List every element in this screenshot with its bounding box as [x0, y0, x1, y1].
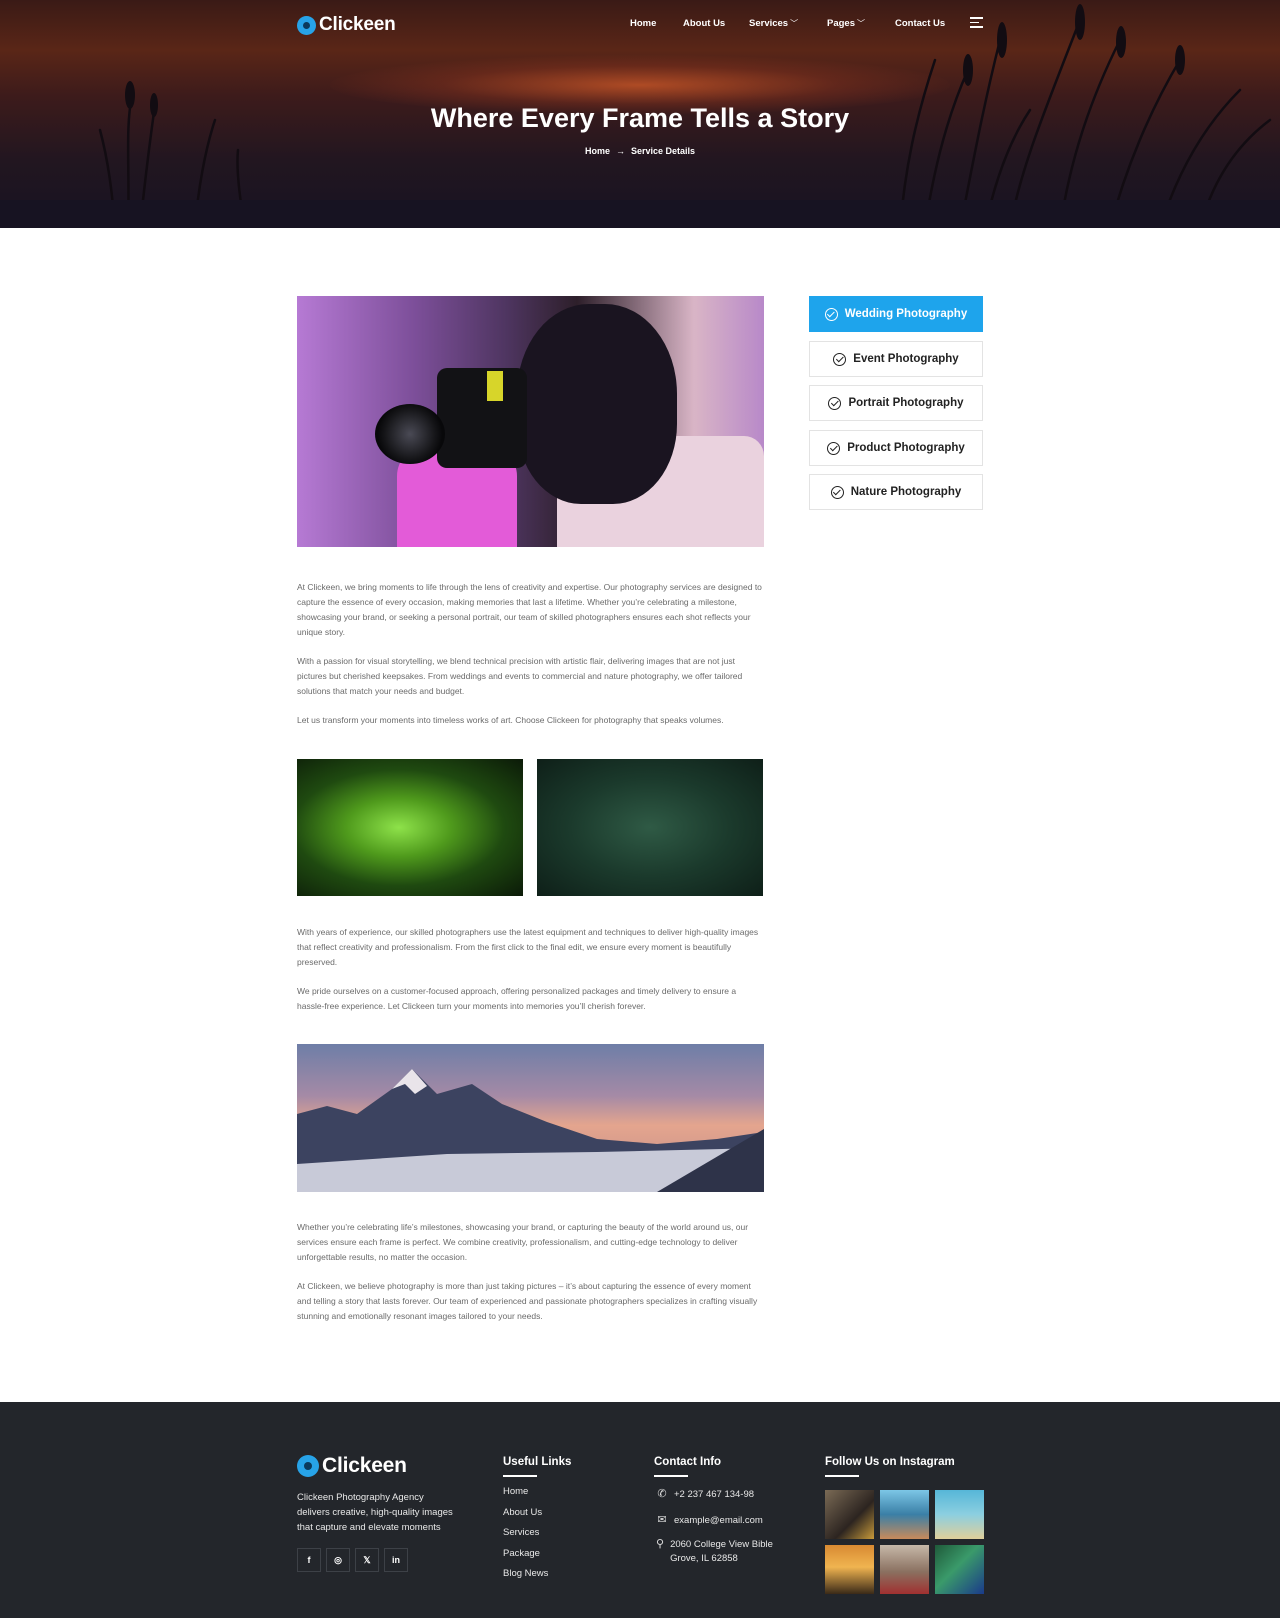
nav-home[interactable]: Home	[630, 18, 656, 29]
linkedin-icon[interactable]: in	[384, 1548, 408, 1572]
envelope-icon: ✉	[657, 1514, 667, 1526]
nav-pages[interactable]: Pages ﹀	[827, 18, 865, 29]
logo-text: Clickeen	[319, 14, 396, 35]
check-circle-icon	[827, 441, 841, 455]
useful-links-list: Home About Us Services Package Blog News	[503, 1486, 548, 1589]
contact-phone[interactable]: ✆ +2 237 467 134-98	[656, 1488, 754, 1502]
footer-link-services[interactable]: Services	[503, 1527, 548, 1548]
service-item-product[interactable]: Product Photography	[809, 430, 983, 466]
description-paragraph: With a passion for visual storytelling, …	[297, 656, 743, 696]
footer-link-about-us[interactable]: About Us	[503, 1507, 548, 1528]
hamburger-menu-icon[interactable]	[970, 17, 983, 28]
instagram-photo[interactable]	[880, 1545, 929, 1594]
service-item-wedding[interactable]: Wedding Photography	[809, 296, 983, 332]
chevron-down-icon: ﹀	[790, 19, 799, 28]
footer-link-home[interactable]: Home	[503, 1486, 548, 1507]
breadcrumb: Home → Service Details	[0, 146, 1280, 156]
facebook-icon[interactable]: f	[297, 1548, 321, 1572]
description-paragraph: At Clickeen, we believe photography is m…	[297, 1281, 758, 1321]
instagram-icon[interactable]: ◎	[326, 1548, 350, 1572]
check-circle-icon	[824, 307, 838, 321]
dark-foliage-image	[537, 759, 763, 896]
service-item-event[interactable]: Event Photography	[809, 341, 983, 377]
contact-info-heading: Contact Info	[654, 1456, 721, 1477]
nav-contact-us[interactable]: Contact Us	[895, 18, 945, 29]
mountain-landscape-image	[297, 1044, 764, 1192]
site-logo[interactable]: Clickeen	[297, 14, 396, 36]
description-paragraph: With years of experience, our skilled ph…	[297, 927, 759, 967]
description-paragraph: Let us transform your moments into timel…	[297, 715, 724, 725]
service-label: Event Photography	[853, 353, 959, 365]
nav-pages-label: Pages	[827, 18, 855, 29]
service-label: Wedding Photography	[844, 308, 968, 320]
service-label: Nature Photography	[850, 486, 962, 498]
breadcrumb-current: Service Details	[630, 146, 696, 156]
x-icon[interactable]: 𝕏	[355, 1548, 379, 1572]
page-title: Where Every Frame Tells a Story	[430, 103, 850, 133]
footer-logo-text: Clickeen	[322, 1454, 407, 1477]
description-paragraph: We pride ourselves on a customer-focused…	[297, 986, 737, 1011]
top-navigation: Clickeen Home About Us Services ﹀ Pages ﹀ …	[297, 12, 983, 36]
service-item-portrait[interactable]: Portrait Photography	[809, 385, 983, 421]
email-text: example@email.com	[674, 1515, 763, 1526]
nav-services-label: Services	[749, 18, 789, 29]
instagram-photo[interactable]	[880, 1490, 929, 1539]
check-circle-icon	[833, 352, 847, 366]
contact-email[interactable]: ✉ example@email.com	[656, 1514, 763, 1528]
service-details-content: At Clickeen, we bring moments to life th…	[0, 228, 1280, 1402]
useful-links-heading: Useful Links	[503, 1456, 571, 1477]
check-circle-icon	[828, 396, 842, 410]
description-paragraph: Whether you’re celebrating life’s milest…	[297, 1222, 749, 1262]
contact-address: ⚲ 2060 College View Bible Grove, IL 6285…	[656, 1538, 776, 1565]
instagram-photo[interactable]	[935, 1490, 984, 1539]
green-leaves-image	[297, 759, 523, 896]
instagram-photo[interactable]	[825, 1490, 874, 1539]
check-circle-icon	[830, 485, 844, 499]
site-footer: Clickeen Clickeen Photography Agency del…	[0, 1402, 1280, 1618]
phone-text: +2 237 467 134-98	[674, 1489, 755, 1500]
footer-logo[interactable]: Clickeen	[297, 1454, 407, 1478]
arrow-right-icon: →	[615, 146, 625, 156]
instagram-photo[interactable]	[825, 1545, 874, 1594]
social-links: f ◎ 𝕏 in	[297, 1548, 413, 1572]
instagram-photo[interactable]	[935, 1545, 984, 1594]
nav-about-us[interactable]: About Us	[683, 18, 725, 29]
shutter-logo-icon	[297, 1455, 319, 1477]
footer-description: Clickeen Photography Agency delivers cre…	[297, 1492, 453, 1533]
shutter-logo-icon	[297, 15, 316, 35]
service-label: Product Photography	[847, 442, 965, 454]
nav-services[interactable]: Services ﹀	[749, 18, 798, 29]
service-label: Portrait Photography	[848, 397, 964, 409]
chevron-down-icon: ﹀	[857, 19, 865, 28]
footer-link-package[interactable]: Package	[503, 1548, 548, 1569]
photographer-image	[297, 296, 764, 547]
phone-icon: ✆	[657, 1488, 667, 1500]
breadcrumb-home-link[interactable]: Home	[585, 146, 610, 156]
instagram-gallery	[825, 1490, 984, 1594]
footer-link-blog-news[interactable]: Blog News	[503, 1568, 548, 1589]
service-item-nature[interactable]: Nature Photography	[809, 474, 983, 510]
location-pin-icon: ⚲	[656, 1538, 665, 1550]
address-text: 2060 College View Bible Grove, IL 62858	[670, 1539, 773, 1564]
hero-banner: Clickeen Home About Us Services ﹀ Pages ﹀ …	[0, 0, 1280, 228]
description-paragraph: At Clickeen, we bring moments to life th…	[297, 582, 762, 637]
instagram-heading: Follow Us on Instagram	[825, 1456, 955, 1477]
